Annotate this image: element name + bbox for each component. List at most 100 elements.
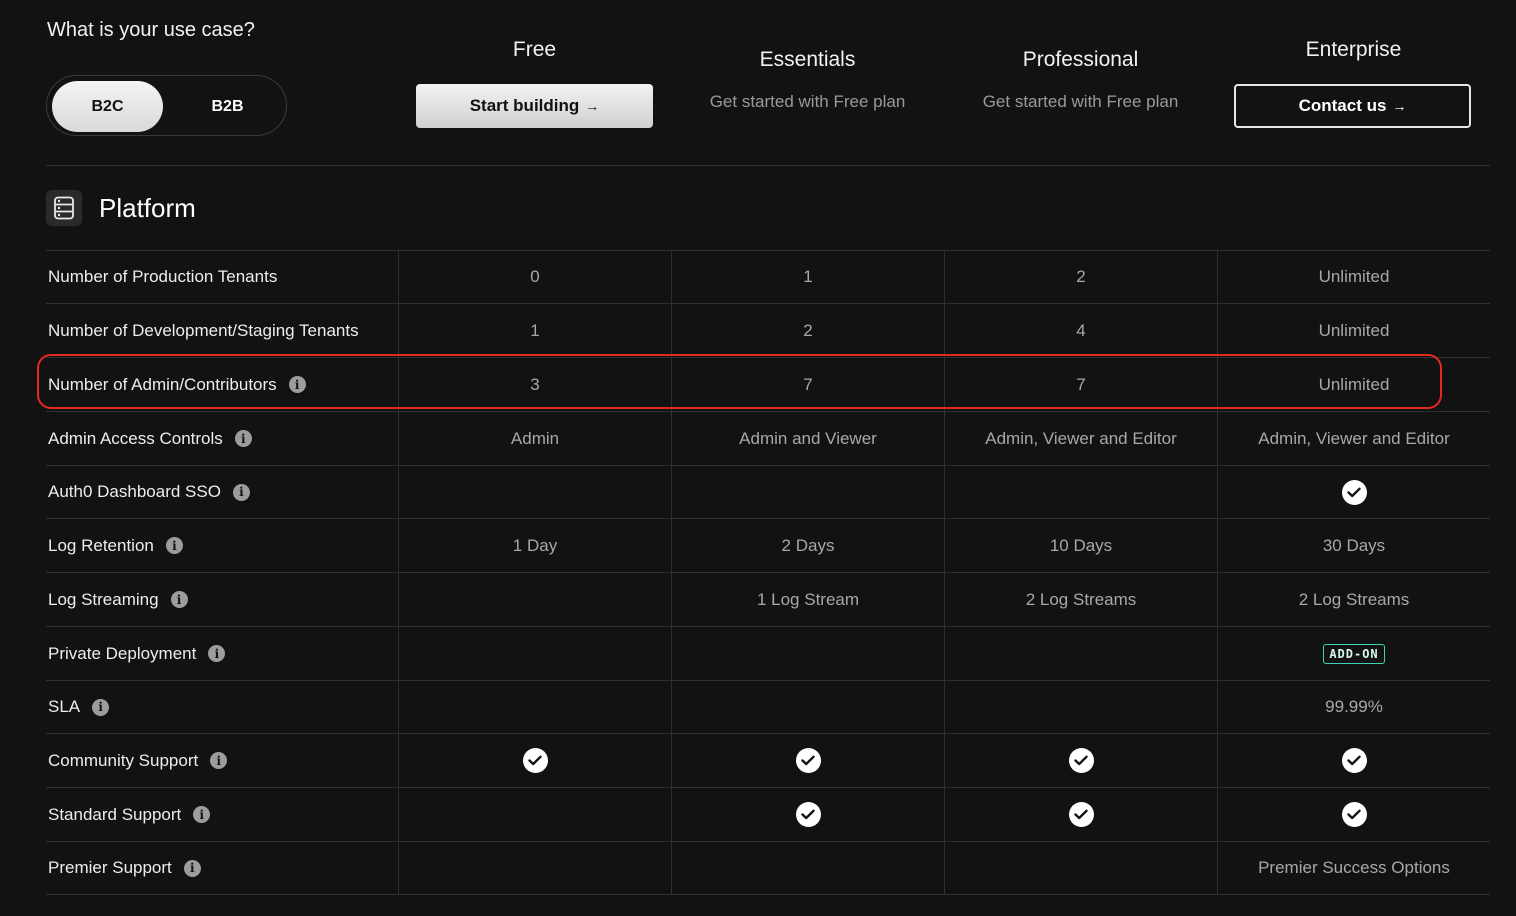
plan-value-cell [944,734,1217,787]
plan-value-text: 99.99% [1325,697,1383,716]
plan-value-cell: 1 [671,251,944,303]
plan-name: Free [512,38,557,61]
plan-value-cell [671,842,944,894]
plan-value-cell [398,573,671,626]
check-circle-icon [1341,802,1367,827]
check-circle-icon [795,748,821,773]
info-icon[interactable]: i [232,483,250,501]
plan-value-cell [398,842,671,894]
table-row: Number of Admin/Contributors i 3 7 7 Unlimite… [46,358,1490,412]
plan-value-text: 10 Days [1049,535,1113,555]
plan-value-cell: 2 Log Streams [944,573,1217,626]
plan-value-cell [944,842,1217,894]
plan-value-cell [1217,466,1490,518]
plan-value-text: Premier Success Options [1258,858,1450,877]
plan-value-cell [1217,734,1490,787]
feature-label: Number of Development/Staging Tenants [46,304,398,357]
feature-label: Premier Support i [46,842,398,894]
start-building-button[interactable]: Start building → [416,84,653,128]
info-icon[interactable]: i [165,537,183,554]
plan-value-cell [398,466,671,518]
plan-value-cell: 1 Day [398,519,671,572]
plan-value-cell: 1 [398,304,671,357]
info-icon[interactable]: i [92,698,110,716]
addon-badge: ADD-ON [1323,643,1385,664]
plan-subtitle[interactable]: Get started with Free plan [944,92,1217,112]
plan-value-cell: 2 [944,251,1217,303]
plan-value-cell: Admin, Viewer and Editor [944,412,1217,465]
check-circle-icon [1068,802,1094,827]
plan-essentials-header: Essentials Get started with Free plan [671,48,944,112]
table-row: Premier Support i Premier Success Options [46,842,1490,895]
plan-value-cell: 0 [398,251,671,303]
plan-subtitle[interactable]: Get started with Free plan [671,92,944,112]
plan-value-cell [671,734,944,787]
check-circle-icon [1068,748,1094,773]
toggle-option-b2b[interactable]: B2B [172,81,283,132]
feature-label: Number of Admin/Contributors i [46,358,398,411]
feature-label: Admin Access Controls i [46,412,398,465]
plan-value-cell: Unlimited [1217,251,1490,303]
plan-value-cell: 7 [671,358,944,411]
toggle-option-b2c[interactable]: B2C [52,81,163,132]
button-label: Contact us [1298,96,1387,115]
feature-label-text: Auth0 Dashboard SSO [48,482,221,501]
plan-value-text: 1 [530,320,540,340]
table-row: Number of Production Tenants 0 1 2 Unlimited [46,251,1490,304]
plan-name: Essentials [759,48,856,71]
plan-value-text: 1 Log Stream [756,589,860,609]
info-icon[interactable]: i [183,859,201,877]
plan-value-cell [671,681,944,733]
use-case-title: What is your use case? [47,19,255,41]
plan-value-cell [671,466,944,518]
feature-label-text: Number of Development/Staging Tenants [48,320,359,340]
plan-value-text: Admin and Viewer [739,428,877,448]
use-case-toggle[interactable]: B2C B2B [46,75,287,136]
plan-enterprise-header: Enterprise [1217,38,1490,62]
plan-professional-header: Professional Get started with Free plan [944,48,1217,112]
feature-label: Auth0 Dashboard SSO i [46,466,398,518]
info-icon[interactable]: i [193,806,211,823]
plan-value-cell [398,734,671,787]
section-title: Platform [99,193,196,223]
plan-value-cell [1217,788,1490,841]
plan-value-cell: 2 Log Streams [1217,573,1490,626]
plan-value-cell [398,627,671,680]
feature-label: Log Streaming i [46,573,398,626]
plan-value-text: 2 Log Streams [1025,589,1137,609]
contact-us-button[interactable]: Contact us → [1234,84,1471,128]
feature-label-text: Community Support [48,750,199,770]
feature-label-text: Premier Support [48,858,172,877]
table-row: Auth0 Dashboard SSO i [46,466,1490,519]
plan-value-cell: 99.99% [1217,681,1490,733]
check-circle-icon [795,802,821,827]
info-icon[interactable]: i [288,376,306,393]
table-row: Number of Development/Staging Tenants 1 2 4… [46,304,1490,358]
plan-value-cell [944,627,1217,680]
check-circle-icon [1341,479,1367,505]
plan-value-text: 1 [803,267,813,286]
plan-value-text: 2 [1076,267,1086,286]
plan-value-cell: Admin [398,412,671,465]
plan-value-cell: Admin, Viewer and Editor [1217,412,1490,465]
feature-label: Standard Support i [46,788,398,841]
info-icon[interactable]: i [234,430,252,447]
plan-value-cell: 10 Days [944,519,1217,572]
feature-label-text: Private Deployment [48,643,197,663]
feature-label-text: Log Retention [48,535,154,555]
header-divider [46,165,1490,166]
plan-value-text: 0 [530,267,540,286]
button-label: Start building [469,96,580,115]
feature-label: SLA i [46,681,398,733]
plan-value-cell: 30 Days [1217,519,1490,572]
feature-label: Community Support i [46,734,398,787]
table-row: Log Streaming i 1 Log Stream 2 Log Streams 2… [46,573,1490,627]
plan-value-cell [398,681,671,733]
plan-value-text: Admin, Viewer and Editor [1258,428,1450,448]
plan-value-text: 2 [803,320,813,340]
plan-value-text: 3 [530,374,540,394]
info-icon[interactable]: i [208,645,226,662]
plan-value-cell [671,627,944,680]
info-icon[interactable]: i [170,591,188,608]
info-icon[interactable]: i [210,752,228,769]
